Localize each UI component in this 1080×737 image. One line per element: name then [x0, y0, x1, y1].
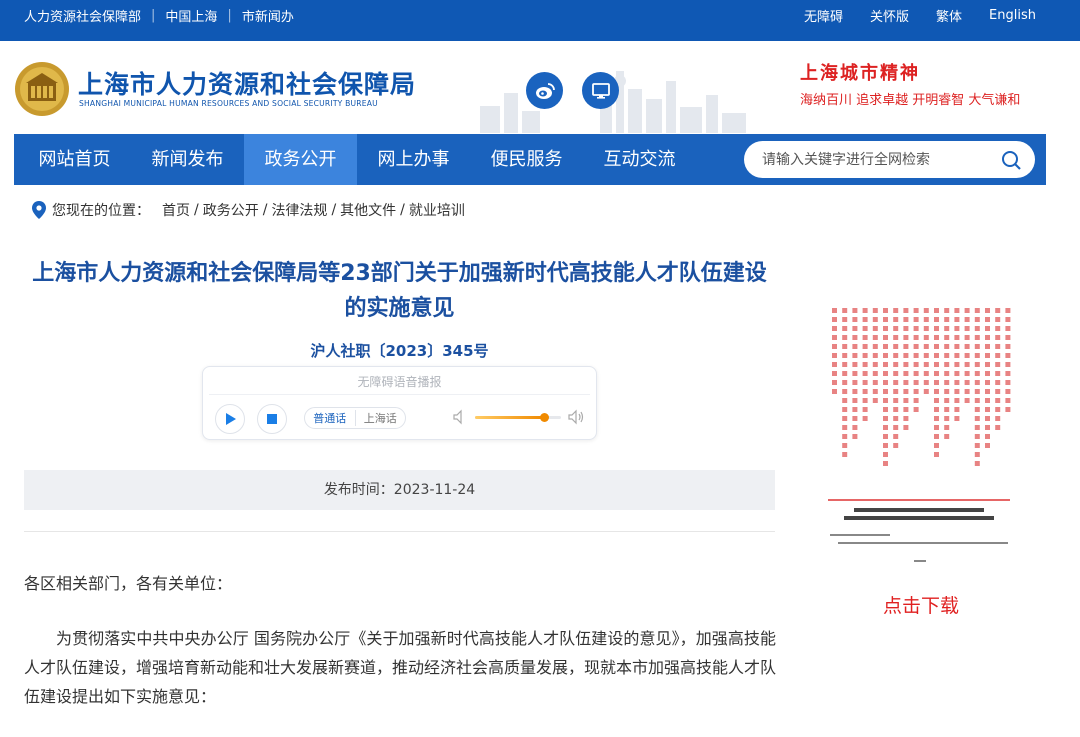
breadcrumb-employment[interactable]: 就业培训 [409, 200, 465, 220]
language-switch: 普通话 上海话 [304, 407, 406, 429]
volume-high-icon[interactable] [567, 409, 585, 425]
city-spirit-text: 海纳百川 追求卓越 开明睿智 大气谦和 [800, 93, 1021, 108]
search-box [744, 141, 1035, 178]
separator: | [227, 7, 232, 23]
nav-gov-affairs[interactable]: 政务公开 [244, 134, 357, 185]
breadcrumb: 您现在的位置： 首页 / 政务公开 / 法律法规 / 其他文件 / 就业培训 [32, 200, 467, 220]
site-subtitle: SHANGHAI MUNICIPAL HUMAN RESOURCES AND S… [79, 99, 378, 108]
divider [209, 394, 590, 395]
site-title[interactable]: 上海市人力资源和社会保障局 [78, 65, 416, 101]
link-traditional[interactable]: 繁体 [936, 6, 962, 25]
nav-news[interactable]: 新闻发布 [131, 134, 244, 185]
document-number: 沪人社职〔2023〕345号 [310, 342, 489, 360]
lang-shanghainese[interactable]: 上海话 [356, 410, 406, 426]
link-china-shanghai[interactable]: 中国上海 [165, 6, 217, 25]
volume-low-icon[interactable] [451, 409, 467, 425]
mobile-site-button[interactable] [582, 72, 619, 109]
nav-interaction[interactable]: 互动交流 [583, 134, 696, 185]
nav-home[interactable]: 网站首页 [18, 134, 131, 185]
weibo-icon [535, 82, 555, 99]
volume-knob[interactable] [539, 413, 549, 422]
publish-date: 发布时间：2023-11-24 [24, 470, 775, 510]
salutation: 各区相关部门，各有关单位： [24, 574, 233, 593]
nav-public-services[interactable]: 便民服务 [470, 134, 583, 185]
play-icon [226, 413, 236, 425]
lang-mandarin[interactable]: 普通话 [305, 410, 356, 426]
nav-online-services[interactable]: 网上办事 [357, 134, 470, 185]
volume-fill [475, 416, 544, 419]
emblem-logo[interactable] [14, 61, 70, 117]
top-left-links: 人力资源社会保障部 | 中国上海 | 市新闻办 [24, 0, 294, 30]
main-nav: 网站首页 新闻发布 政务公开 网上办事 便民服务 互动交流 [14, 134, 1046, 185]
top-right-links: 无障碍 关怀版 繁体 English [777, 0, 1036, 30]
link-mohrss[interactable]: 人力资源社会保障部 [24, 6, 141, 25]
document-thumbnail[interactable] [824, 302, 1014, 570]
search-input[interactable] [762, 141, 992, 178]
link-english[interactable]: English [989, 8, 1036, 23]
site-header: 上海市人力资源和社会保障局 SHANGHAI MUNICIPAL HUMAN R… [0, 41, 1080, 134]
stop-icon [267, 414, 277, 424]
volume-slider[interactable] [475, 413, 561, 422]
audio-player: 无障碍语音播报 普通话 上海话 [202, 366, 597, 440]
search-icon[interactable] [1001, 150, 1021, 170]
top-utility-bar: 人力资源社会保障部 | 中国上海 | 市新闻办 无障碍 关怀版 繁体 Engli… [0, 0, 1080, 41]
play-button[interactable] [215, 404, 245, 434]
article-title: 上海市人力资源和社会保障局等23部门关于加强新时代高技能人才队伍建设的实施意见 [32, 261, 767, 321]
breadcrumb-laws[interactable]: 法律法规 [271, 200, 327, 220]
download-link[interactable]: 点击下载 [826, 591, 1016, 618]
document-preview-image [824, 302, 1014, 570]
breadcrumb-other-docs[interactable]: 其他文件 [340, 200, 396, 220]
link-news-office[interactable]: 市新闻办 [242, 6, 294, 25]
weibo-button[interactable] [526, 72, 563, 109]
monitor-icon [591, 82, 610, 99]
stop-button[interactable] [257, 404, 287, 434]
breadcrumb-home[interactable]: 首页 [162, 200, 190, 220]
location-pin-icon [32, 201, 46, 219]
body-paragraph: 为贯彻落实中共中央办公厅 国务院办公厅《关于加强新时代高技能人才队伍建设的意见》… [24, 629, 777, 706]
breadcrumb-gov-affairs[interactable]: 政务公开 [203, 200, 259, 220]
link-care-mode[interactable]: 关怀版 [870, 6, 909, 25]
skyline-illustration [480, 71, 746, 133]
link-accessibility[interactable]: 无障碍 [804, 6, 843, 25]
breadcrumb-prefix: 您现在的位置： [52, 203, 150, 219]
city-spirit-title: 上海城市精神 [800, 63, 920, 84]
separator: | [151, 7, 156, 23]
divider [24, 531, 775, 532]
audio-player-title: 无障碍语音播报 [357, 375, 442, 389]
